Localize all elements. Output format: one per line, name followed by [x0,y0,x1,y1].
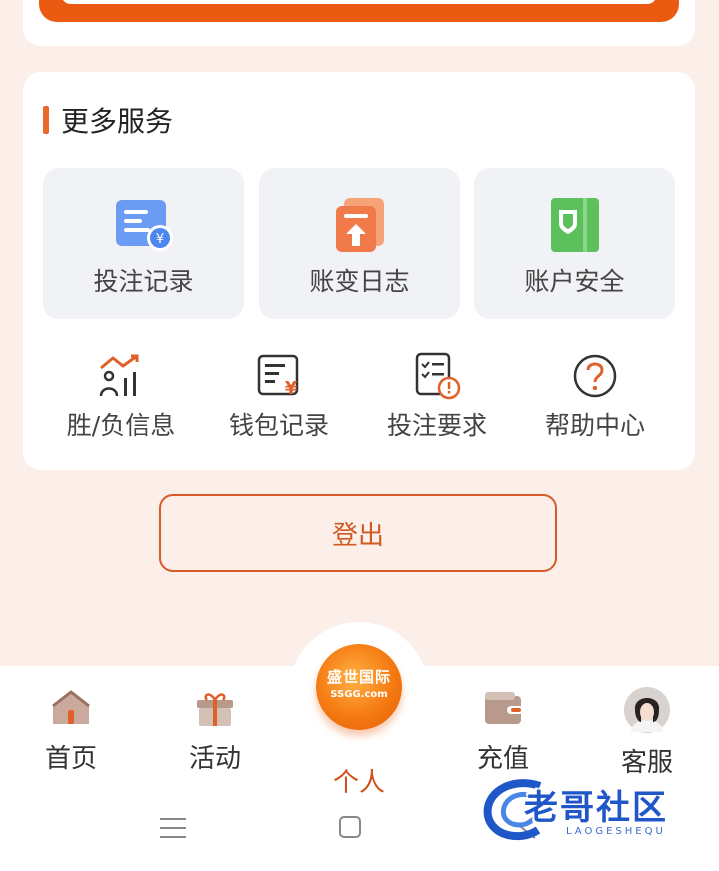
tile-label: 账户安全 [524,267,625,296]
logo-text: 盛世国际 [326,668,391,686]
logo-subtext: SSGG.com [330,689,388,700]
account-security-icon [550,198,599,252]
tile-bet-record[interactable]: ¥ 投注记录 [43,168,244,319]
tile-label: 投注记录 [93,267,194,296]
orange-banner-bar[interactable] [39,0,679,22]
item-label: 钱包记录 [228,411,329,440]
tab-label: 个人 [332,768,385,798]
more-services-card: 更多服务 ¥ 投注记录 账变日志 账户安全 胜/负信息 ¥ 钱包记录 投注要求 … [23,72,695,470]
tab-label: 活动 [188,744,241,774]
tab-recharge[interactable]: 充值 [443,686,563,775]
watermark-text: 老哥社区 [524,788,668,828]
item-bet-requirement[interactable]: 投注要求 [357,352,517,442]
home-nav-icon[interactable] [339,816,361,838]
section-title-accent [43,106,49,134]
gift-icon [197,693,233,726]
top-card-partial [23,0,695,46]
item-label: 帮助中心 [544,411,645,440]
item-help-center[interactable]: 帮助中心 [515,352,675,442]
section-title: 更多服务 [61,105,174,138]
tile-account-change-log[interactable]: 账变日志 [259,168,460,319]
svg-text:¥: ¥ [285,378,298,399]
tile-label: 账变日志 [309,267,410,296]
account-change-log-icon [335,198,384,252]
svg-text:¥: ¥ [155,232,163,247]
tab-customer-service[interactable]: 客服 [587,686,707,779]
help-question-icon [573,354,617,398]
watermark-subtext: LAOGESHEQU [566,826,666,837]
tab-home[interactable]: 首页 [11,686,131,775]
bet-requirement-icon [415,352,461,400]
tab-label: 充值 [476,744,529,774]
wallet-record-icon: ¥ [257,354,299,399]
recent-apps-icon[interactable] [160,816,186,840]
item-label: 胜/负信息 [66,411,176,440]
item-win-loss-info[interactable]: 胜/负信息 [41,352,201,442]
support-avatar [624,687,670,733]
win-loss-chart-icon [99,354,139,397]
home-icon [52,690,90,724]
tab-personal[interactable]: 个人 [299,754,419,799]
tab-activity[interactable]: 活动 [155,686,275,775]
watermark-logo: 老哥社区 LAOGESHEQU [480,772,710,852]
tab-label: 首页 [44,744,97,774]
logout-button[interactable]: 登出 [159,494,557,572]
item-wallet-record[interactable]: ¥ 钱包记录 [199,352,359,442]
section-header: 更多服务 [43,100,173,140]
banner-inner [61,0,657,4]
wallet-icon [485,692,523,724]
item-label: 投注要求 [386,411,487,440]
brand-logo[interactable]: 盛世国际 SSGG.com [316,644,402,730]
bet-record-icon: ¥ [115,200,173,251]
tile-account-security[interactable]: 账户安全 [474,168,675,319]
